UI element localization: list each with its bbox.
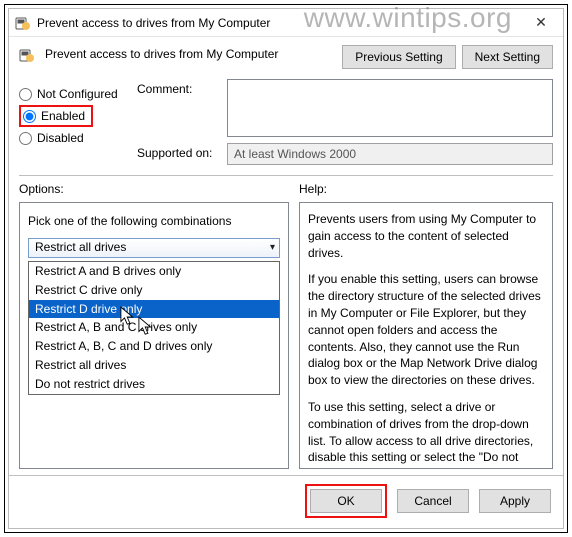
window-title: Prevent access to drives from My Compute… [37, 16, 521, 30]
radio-disabled[interactable]: Disabled [19, 127, 129, 149]
combo-dropdown[interactable]: Restrict A and B drives onlyRestrict C d… [28, 261, 280, 395]
radio-enabled[interactable]: Enabled [23, 107, 85, 125]
radio-enabled-input[interactable] [23, 110, 36, 123]
radio-not-configured-label: Not Configured [37, 87, 118, 101]
radio-disabled-label: Disabled [37, 131, 84, 145]
lower-area: Options: Pick one of the following combi… [9, 176, 563, 469]
ok-button[interactable]: OK [310, 489, 382, 513]
chevron-down-icon: ▾ [270, 241, 275, 255]
apply-button[interactable]: Apply [479, 489, 551, 513]
policy-icon [19, 47, 35, 63]
combo-selected-value: Restrict all drives [35, 239, 126, 256]
supported-on-field [227, 143, 553, 165]
combo-option[interactable]: Restrict all drives [29, 356, 279, 375]
drive-combo[interactable]: Restrict all drives ▾ [28, 238, 280, 258]
combo-option[interactable]: Restrict A, B and C drives only [29, 318, 279, 337]
radio-not-configured[interactable]: Not Configured [19, 83, 129, 105]
dialog-window: Prevent access to drives from My Compute… [8, 8, 564, 529]
close-button[interactable]: ✕ [521, 11, 561, 35]
help-panel: Prevents users from using My Computer to… [299, 202, 553, 469]
radio-group: Not Configured Enabled Disabled [19, 79, 129, 165]
radio-not-configured-input[interactable] [19, 88, 32, 101]
help-paragraph: Prevents users from using My Computer to… [308, 211, 544, 261]
supported-on-label: Supported on: [137, 143, 227, 160]
combo-option[interactable]: Restrict A, B, C and D drives only [29, 337, 279, 356]
combo-option[interactable]: Restrict A and B drives only [29, 262, 279, 281]
radio-enabled-label: Enabled [41, 109, 85, 123]
help-paragraph: If you enable this setting, users can br… [308, 271, 544, 389]
cancel-button[interactable]: Cancel [397, 489, 469, 513]
titlebar: Prevent access to drives from My Compute… [9, 9, 563, 37]
options-panel: Pick one of the following combinations R… [19, 202, 289, 469]
help-label: Help: [299, 182, 553, 196]
comment-label: Comment: [137, 79, 227, 96]
combo-option[interactable]: Restrict C drive only [29, 281, 279, 300]
header-row: Prevent access to drives from My Compute… [9, 37, 563, 73]
options-label: Options: [19, 182, 289, 196]
radio-disabled-input[interactable] [19, 132, 32, 145]
help-paragraph: To use this setting, select a drive or c… [308, 399, 544, 469]
next-setting-button[interactable]: Next Setting [462, 45, 553, 69]
comment-textarea[interactable] [227, 79, 553, 137]
settings-area: Not Configured Enabled Disabled Comment:… [9, 73, 563, 165]
dialog-button-row: OK Cancel Apply [9, 475, 563, 528]
combo-option[interactable]: Restrict D drive only [29, 300, 279, 319]
combo-caption: Pick one of the following combinations [28, 213, 280, 230]
policy-icon [15, 15, 31, 31]
page-title: Prevent access to drives from My Compute… [45, 45, 332, 61]
previous-setting-button[interactable]: Previous Setting [342, 45, 455, 69]
combo-option[interactable]: Do not restrict drives [29, 375, 279, 394]
